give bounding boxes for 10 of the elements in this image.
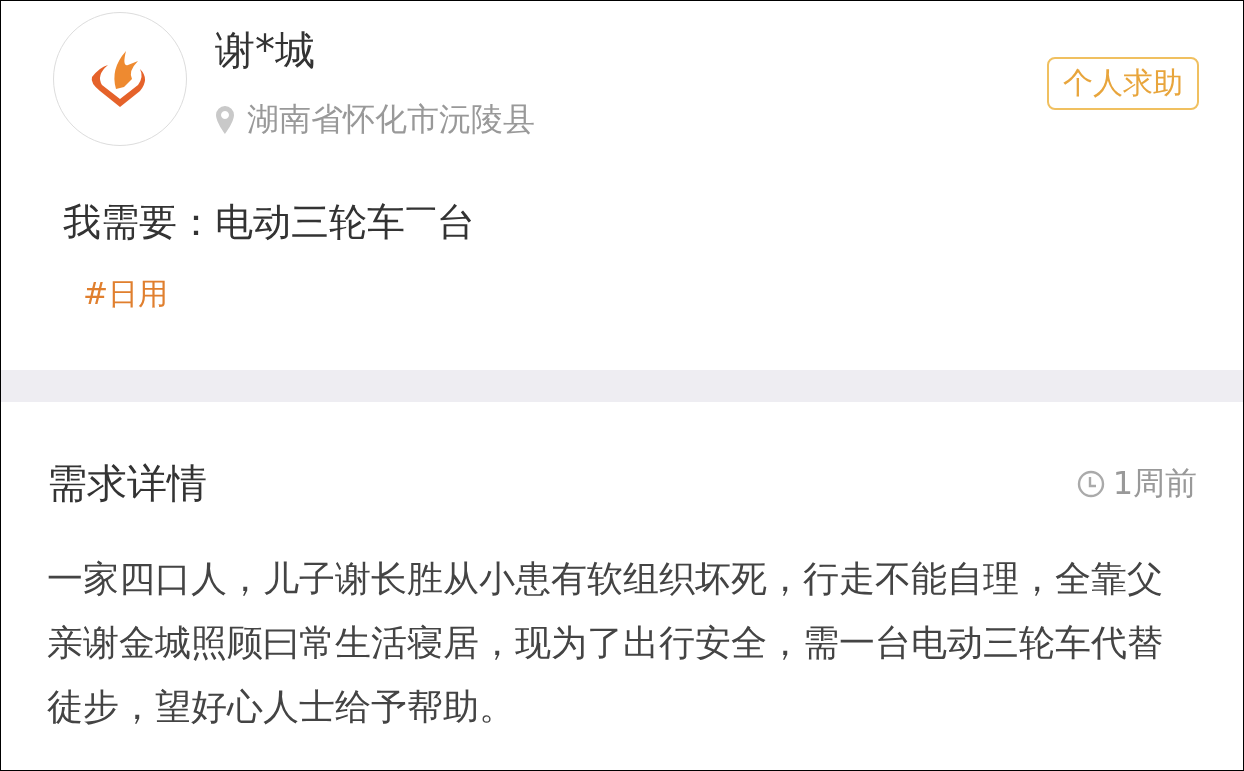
help-type-badge: 个人求助 — [1047, 57, 1199, 110]
location-pin-icon — [215, 105, 235, 135]
user-name: 谢*城 — [215, 26, 316, 75]
category-tag[interactable]: #日用 — [83, 273, 169, 315]
time-text: 1周前 — [1112, 462, 1197, 504]
description-text: 一家四口人，儿子谢长胜从小患有软组织坏死，行走不能自理，全靠父亲谢金城照顾曰常生活寝居，现为了出行安全，需一台电动三轮车代替徒步，望好心人士给予帮助。 — [47, 557, 1164, 729]
clock-icon — [1076, 469, 1105, 498]
need-text: 我需要：电动三轮车$^{一}$台 — [63, 191, 475, 246]
location-text: 湖南省怀化市沅陵县 — [247, 99, 535, 140]
section-title: 需求详情 — [47, 459, 207, 508]
